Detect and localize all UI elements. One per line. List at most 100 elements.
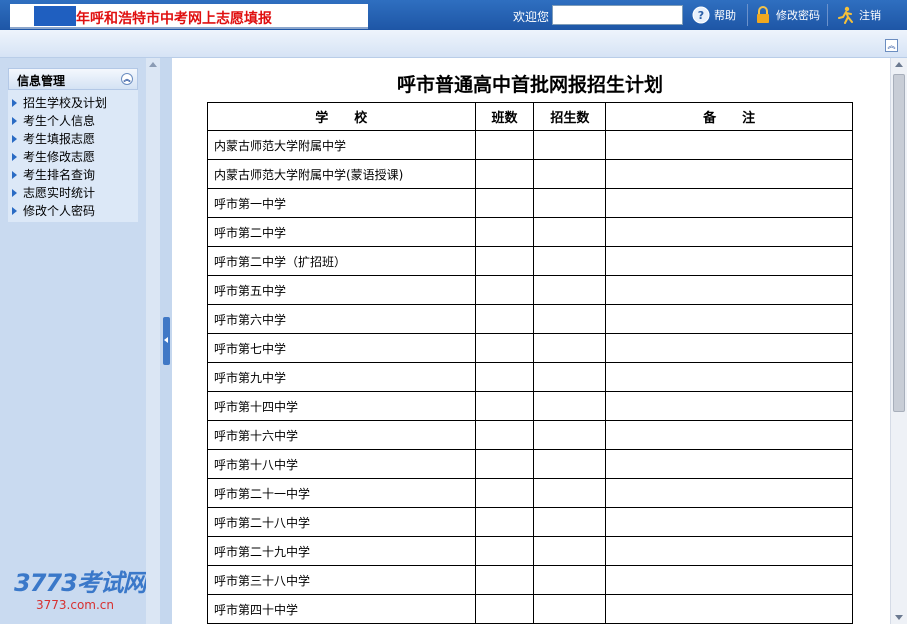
scroll-up-icon[interactable] — [895, 62, 903, 67]
table-cell — [474, 275, 535, 305]
svg-text:?: ? — [698, 9, 704, 22]
table-cell — [533, 478, 607, 508]
table-row: 内蒙古师范大学附属中学(蒙语授课) — [207, 159, 853, 189]
school-name-cell: 呼市第十八中学 — [207, 449, 476, 479]
table-cell — [533, 217, 607, 247]
table-cell — [605, 188, 853, 218]
sidebar-item-schools-plan[interactable]: 招生学校及计划 — [12, 94, 138, 112]
table-cell — [474, 391, 535, 421]
table-cell — [605, 130, 853, 160]
title-mask — [34, 6, 76, 26]
table-cell — [474, 594, 535, 624]
logout-button[interactable]: 注销 — [837, 5, 881, 25]
table-cell — [474, 188, 535, 218]
table-cell — [605, 362, 853, 392]
table-cell — [533, 594, 607, 624]
table-cell — [474, 449, 535, 479]
column-header: 学 校 — [207, 102, 476, 131]
table-cell — [533, 362, 607, 392]
page-title: 呼市普通高中首批网报招生计划 — [396, 74, 663, 96]
table-row: 呼市第二十九中学 — [207, 536, 853, 566]
table-cell — [605, 594, 853, 624]
school-name-cell: 内蒙古师范大学附属中学 — [207, 130, 476, 160]
logout-label: 注销 — [859, 9, 881, 22]
table-cell — [605, 159, 853, 189]
sidebar-menu: 招生学校及计划 考生个人信息 考生填报志愿 考生修改志愿 考生排名查询 志愿实时… — [8, 90, 138, 222]
table-cell — [474, 130, 535, 160]
table-cell — [533, 304, 607, 334]
school-name-cell: 呼市第九中学 — [207, 362, 476, 392]
table-cell — [605, 246, 853, 276]
welcome-user-field — [552, 5, 683, 25]
school-name-cell: 呼市第四十中学 — [207, 594, 476, 624]
table-cell — [605, 565, 853, 595]
table-cell — [605, 536, 853, 566]
table-cell — [533, 420, 607, 450]
table-cell — [605, 420, 853, 450]
sidebar-scrollbar[interactable] — [146, 58, 160, 624]
collapse-header-icon[interactable]: ︽ — [885, 39, 898, 52]
arrow-right-icon — [12, 153, 17, 161]
school-name-cell: 呼市第二中学 — [207, 217, 476, 247]
table-row: 呼市第九中学 — [207, 362, 853, 392]
table-row: 呼市第十六中学 — [207, 420, 853, 450]
collapse-panel-icon[interactable]: ︽ — [121, 73, 133, 85]
table-row: 呼市第一中学 — [207, 188, 853, 218]
table-row: 呼市第二十一中学 — [207, 478, 853, 508]
sidebar-item-personal-info[interactable]: 考生个人信息 — [12, 112, 138, 130]
sidebar-item-realtime-stats[interactable]: 志愿实时统计 — [12, 184, 138, 202]
scroll-down-icon[interactable] — [895, 615, 903, 620]
table-cell — [533, 333, 607, 363]
school-name-cell: 呼市第五中学 — [207, 275, 476, 305]
table-cell — [474, 507, 535, 537]
school-name-cell: 呼市第七中学 — [207, 333, 476, 363]
scroll-up-icon[interactable] — [149, 62, 157, 67]
table-cell — [605, 304, 853, 334]
table-cell — [605, 217, 853, 247]
table-cell — [533, 507, 607, 537]
top-header: 年呼和浩特市中考网上志愿填报 欢迎您 ? 帮助 修改密码 注销 — [0, 0, 907, 30]
app-title: 年呼和浩特市中考网上志愿填报 — [76, 11, 272, 27]
content-scrollbar[interactable] — [890, 58, 907, 624]
table-cell — [533, 159, 607, 189]
scrollbar-thumb[interactable] — [893, 74, 905, 412]
table-cell — [474, 217, 535, 247]
table-cell — [474, 536, 535, 566]
sidebar-item-modify-preferences[interactable]: 考生修改志愿 — [12, 148, 138, 166]
arrow-right-icon — [12, 189, 17, 197]
sidebar-item-ranking-query[interactable]: 考生排名查询 — [12, 166, 138, 184]
help-icon: ? — [692, 6, 710, 24]
table-cell — [533, 565, 607, 595]
school-name-cell: 呼市第三十八中学 — [207, 565, 476, 595]
table-row: 呼市第四十中学 — [207, 594, 853, 624]
school-name-cell: 呼市第十六中学 — [207, 420, 476, 450]
help-label: 帮助 — [714, 9, 736, 22]
header-divider — [747, 4, 748, 26]
table-cell — [605, 478, 853, 508]
sidebar: 信息管理 ︽ 招生学校及计划 考生个人信息 考生填报志愿 考生修改志愿 考生排名… — [0, 58, 147, 624]
table-cell — [533, 130, 607, 160]
sidebar-item-fill-preferences[interactable]: 考生填报志愿 — [12, 130, 138, 148]
lock-icon — [754, 6, 772, 24]
panel-header[interactable]: 信息管理 ︽ — [8, 68, 138, 90]
table-cell — [474, 565, 535, 595]
table-row: 呼市第二中学（扩招班） — [207, 246, 853, 276]
table-cell — [474, 159, 535, 189]
table-cell — [533, 188, 607, 218]
help-button[interactable]: ? 帮助 — [692, 5, 736, 25]
table-cell — [533, 536, 607, 566]
table-cell — [605, 275, 853, 305]
school-name-cell: 呼市第一中学 — [207, 188, 476, 218]
table-cell — [474, 362, 535, 392]
main-content: 呼市普通高中首批网报招生计划 学 校 班数 招生数 备 注 内蒙古师范大学附属中… — [172, 58, 890, 624]
panel-title: 信息管理 — [17, 74, 66, 88]
sidebar-item-change-password[interactable]: 修改个人密码 — [12, 202, 138, 220]
table-row: 呼市第三十八中学 — [207, 565, 853, 595]
change-password-button[interactable]: 修改密码 — [754, 5, 820, 25]
app-title-banner: 年呼和浩特市中考网上志愿填报 — [10, 4, 368, 29]
table-row: 呼市第二中学 — [207, 217, 853, 247]
collapse-sidebar-handle[interactable] — [163, 317, 170, 365]
table-cell — [474, 420, 535, 450]
header-divider — [827, 4, 828, 26]
arrow-right-icon — [12, 207, 17, 215]
